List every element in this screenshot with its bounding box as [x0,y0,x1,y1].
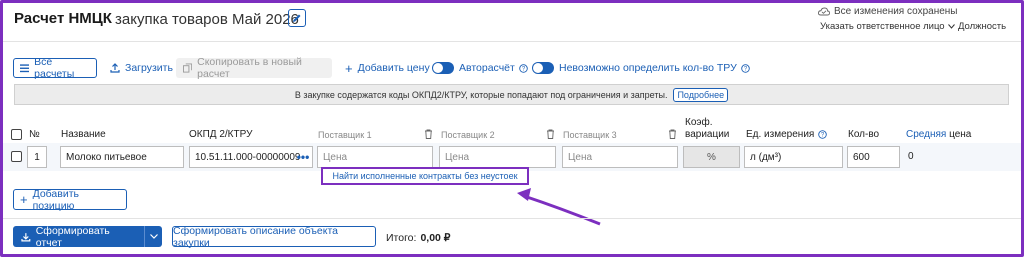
generate-report-button[interactable]: Сформировать отчет [13,225,162,249]
add-position-button[interactable]: + Добавить позицию [13,187,127,212]
footer-divider [3,218,1021,219]
download-icon [21,232,31,241]
generate-description-button[interactable]: Сформировать описание объекта закупки [172,225,376,249]
chevron-down-icon [149,234,158,239]
add-position-label: Добавить позицию [32,187,79,212]
generate-report-main[interactable]: Сформировать отчет [13,225,144,249]
total-label: Итого: [386,232,417,244]
generate-report-label: Сформировать отчет [35,224,110,249]
total: Итого: 0,00 ₽ [386,232,450,244]
generate-report-dropdown[interactable] [144,226,162,247]
plus-icon: + [20,192,28,207]
total-value: 0,00 ₽ [420,232,451,244]
